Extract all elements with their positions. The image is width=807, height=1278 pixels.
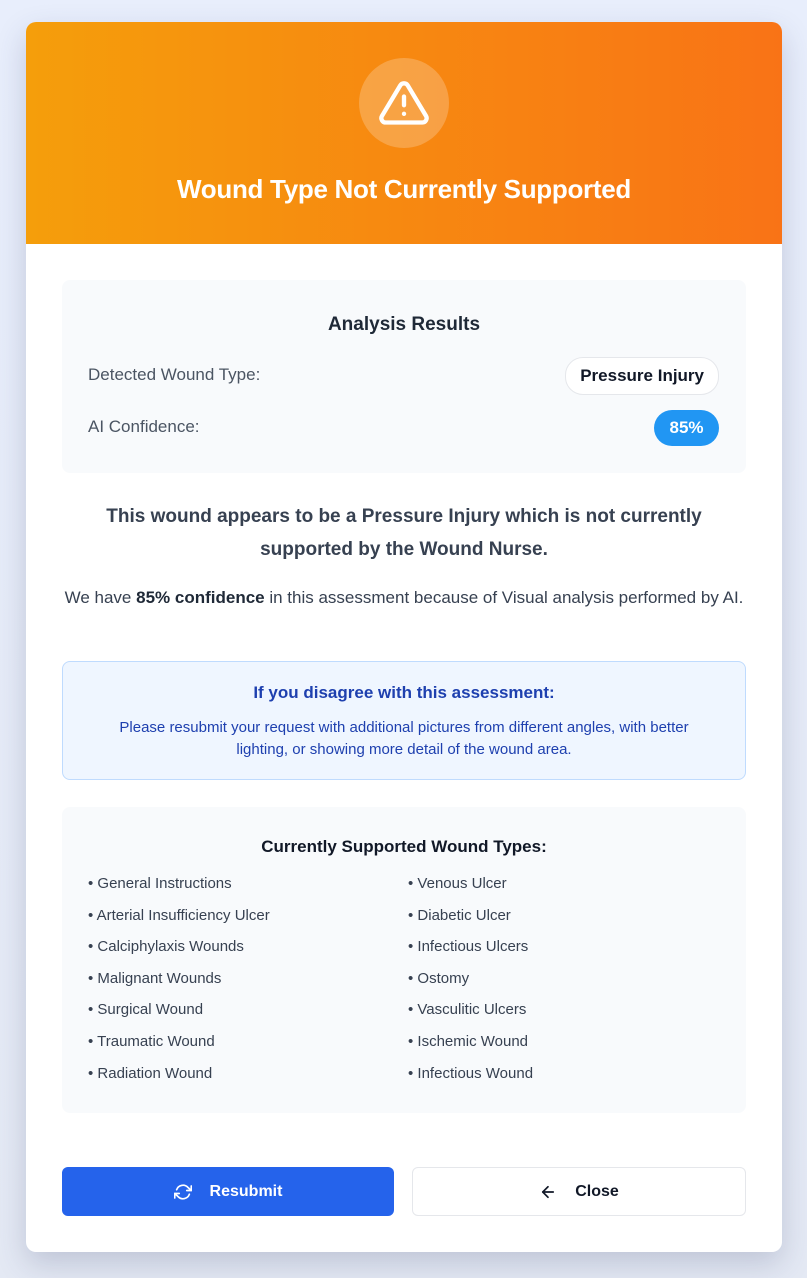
list-item: • Ischemic Wound [408, 1032, 529, 1050]
analysis-results-title: Analysis Results [327, 314, 481, 335]
supported-types-list: • General Instructions • Venous Ulcer • … [88, 875, 728, 1096]
supported-types-title: Currently Supported Wound Types: [261, 837, 547, 856]
list-item: • Infectious Wound [408, 1064, 534, 1082]
confidence-prefix: We have [64, 588, 137, 607]
arrow-left-icon [539, 1183, 557, 1201]
list-item: • Malignant Wounds [88, 969, 222, 987]
list-item: • Infectious Ulcers [408, 938, 529, 956]
wound-type-modal: Wound Type Not Currently Supported Analy… [26, 22, 782, 1252]
warning-triangle-icon [379, 81, 429, 125]
confidence-suffix: in this assessment because of Visual ana… [264, 588, 744, 607]
warning-icon-circle [359, 58, 449, 148]
analysis-results-card: Analysis Results Detected Wound Type: Pr… [62, 280, 746, 473]
disagree-info-box: If you disagree with this assessment: Pl… [62, 661, 746, 780]
detected-type-label: Detected Wound Type: [88, 365, 261, 384]
confidence-badge: 85% [654, 410, 719, 446]
confidence-label: AI Confidence: [88, 417, 200, 436]
refresh-icon [173, 1183, 192, 1201]
list-item: • Traumatic Wound [88, 1032, 215, 1050]
disagree-body: Please resubmit your request with additi… [119, 719, 689, 758]
list-item: • General Instructions [88, 875, 232, 892]
list-item: • Venous Ulcer [408, 875, 507, 892]
modal-title: Wound Type Not Currently Supported [177, 174, 631, 204]
detected-type-badge: Pressure Injury [565, 357, 719, 395]
resubmit-button[interactable]: Resubmit [62, 1167, 394, 1216]
confidence-explanation: We have 85% confidence in this assessmen… [56, 583, 752, 613]
list-item: • Diabetic Ulcer [408, 906, 511, 924]
list-item: • Radiation Wound [88, 1064, 213, 1082]
close-label: Close [575, 1182, 619, 1200]
list-item: • Surgical Wound [88, 1001, 204, 1019]
resubmit-label: Resubmit [209, 1182, 283, 1200]
confidence-bold: 85% confidence [136, 588, 265, 607]
unsupported-statement: This wound appears to be a Pressure Inju… [106, 506, 702, 560]
close-button[interactable]: Close [412, 1167, 746, 1216]
list-item: • Ostomy [408, 969, 470, 987]
list-item: • Vasculitic Ulcers [408, 1001, 527, 1019]
modal-header: Wound Type Not Currently Supported [26, 22, 782, 244]
list-item: • Calciphylaxis Wounds [88, 938, 244, 956]
list-item: • Arterial Insufficiency Ulcer [88, 906, 270, 924]
disagree-title: If you disagree with this assessment: [253, 683, 555, 702]
supported-types-card: Currently Supported Wound Types: • Gener… [62, 807, 746, 1113]
